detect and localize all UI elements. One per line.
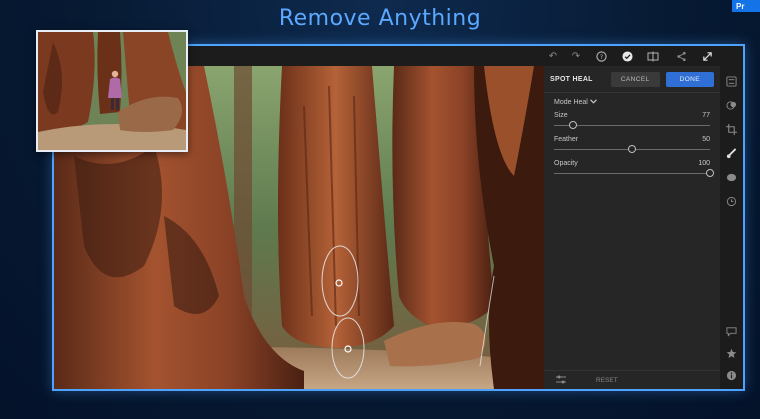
original-photo — [38, 32, 186, 150]
color-icon[interactable] — [724, 98, 738, 112]
redo-icon[interactable]: ↷ — [569, 49, 583, 63]
headline: Remove Anything — [278, 6, 482, 31]
fullscreen-icon[interactable] — [700, 49, 714, 63]
mode-label: Mode Heal — [554, 99, 588, 106]
sliders-icon[interactable] — [724, 74, 738, 88]
opacity-value: 100 — [698, 160, 710, 167]
feather-value: 50 — [702, 136, 710, 143]
size-thumb[interactable] — [568, 121, 577, 129]
help-icon[interactable]: ? — [594, 49, 608, 63]
svg-text:?: ? — [599, 52, 602, 60]
chevron-down-icon — [589, 99, 597, 106]
opacity-label: Opacity — [554, 160, 578, 167]
before-thumbnail — [36, 30, 188, 152]
opacity-slider[interactable]: Opacity 100 — [544, 158, 720, 182]
settings-toggle-icon[interactable] — [556, 375, 566, 386]
undo-icon[interactable]: ↶ — [546, 49, 560, 63]
info-icon[interactable] — [724, 368, 738, 382]
compare-icon[interactable] — [646, 49, 660, 63]
tool-rail — [720, 66, 743, 389]
cancel-button[interactable]: CANCEL — [610, 71, 660, 87]
size-label: Size — [554, 112, 568, 119]
star-icon[interactable] — [724, 346, 738, 360]
feather-thumb[interactable] — [628, 145, 636, 153]
crop-icon[interactable] — [724, 122, 738, 136]
reset-button[interactable]: RESET — [596, 377, 618, 384]
done-button[interactable]: DONE — [665, 71, 714, 87]
opacity-track[interactable] — [554, 169, 714, 177]
feather-track[interactable] — [554, 145, 710, 153]
spot-heal-panel: SPOT HEAL CANCEL DONE Mode Heal Size 77 … — [544, 66, 720, 389]
comment-icon[interactable] — [724, 324, 738, 338]
size-value: 77 — [702, 112, 710, 119]
mode-dropdown[interactable]: Mode Heal — [544, 93, 720, 110]
brush-icon[interactable] — [724, 146, 738, 160]
circle-mask-icon[interactable] — [724, 170, 738, 184]
size-track[interactable] — [554, 121, 710, 129]
feather-label: Feather — [554, 136, 579, 143]
history-icon[interactable] — [724, 194, 738, 208]
opacity-thumb[interactable] — [706, 169, 714, 177]
share-icon[interactable] — [674, 49, 688, 63]
size-slider[interactable]: Size 77 — [544, 110, 720, 134]
feather-slider[interactable]: Feather 50 — [544, 134, 720, 158]
check-badge-icon[interactable] — [620, 49, 634, 63]
corner-tag: Pr — [732, 0, 760, 12]
panel-footer: RESET — [544, 370, 720, 389]
panel-title: SPOT HEAL — [550, 75, 593, 83]
